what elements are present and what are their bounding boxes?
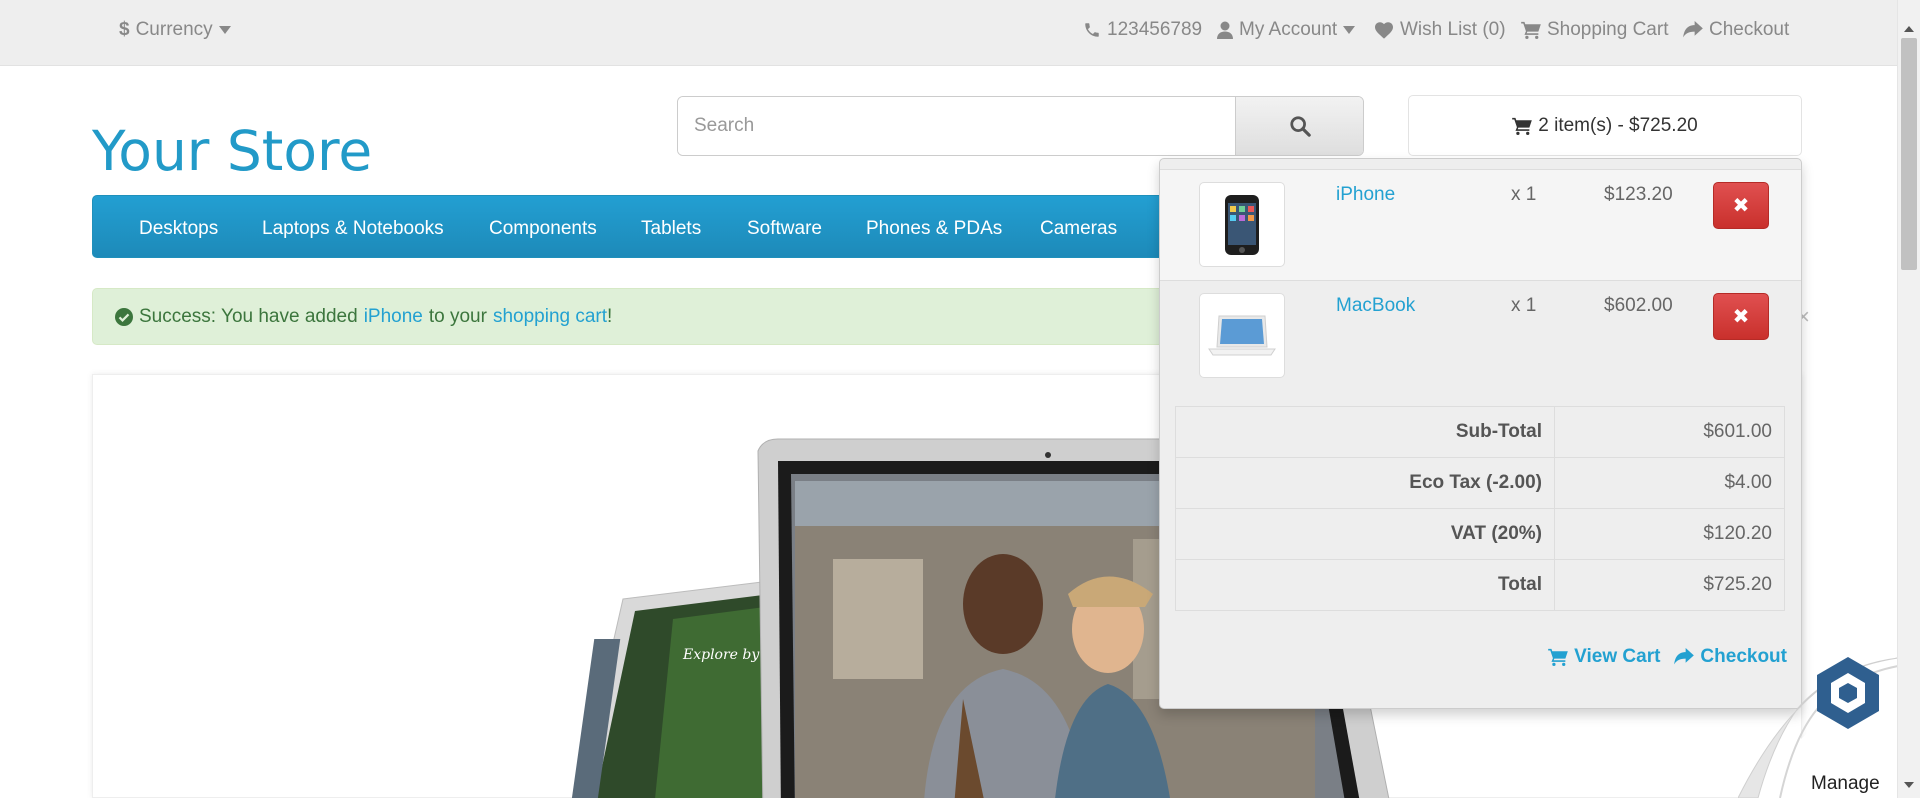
cart-item-name[interactable]: iPhone [1336, 184, 1395, 206]
cart-totals-table: Sub-Total $601.00 Eco Tax (-2.00) $4.00 … [1175, 406, 1785, 611]
alert-suffix: ! [607, 305, 613, 327]
menu-item-desktops[interactable]: Desktops [139, 218, 218, 240]
macbook-thumbnail[interactable] [1199, 293, 1285, 378]
my-account-dropdown[interactable]: My Account [1217, 19, 1356, 41]
alert-cart-link[interactable]: shopping cart [493, 306, 607, 328]
totals-value: $120.20 [1554, 508, 1785, 560]
user-icon [1217, 21, 1233, 39]
search-button[interactable] [1235, 97, 1363, 155]
menu-item-cameras[interactable]: Cameras [1040, 218, 1117, 240]
laptop-product-image [1208, 315, 1276, 355]
cart-item-name[interactable]: MacBook [1336, 295, 1415, 317]
times-icon: ✖ [1732, 195, 1750, 217]
cart-item-price: $123.20 [1604, 184, 1673, 205]
search-icon [1289, 116, 1311, 137]
scroll-thumb[interactable] [1901, 38, 1917, 270]
menu-item-laptops[interactable]: Laptops & Notebooks [262, 218, 444, 240]
cart-item-row: MacBook x 1 $602.00 ✖ [1160, 280, 1801, 391]
heart-icon [1375, 22, 1393, 39]
cart-total-label: 2 item(s) - $725.20 [1538, 114, 1698, 136]
cart-item-row: iPhone x 1 $123.20 ✖ [1160, 169, 1801, 280]
totals-row: Total $725.20 [1175, 559, 1785, 611]
wishlist-label: Wish List (0) [1400, 19, 1506, 40]
cart-dropdown: iPhone x 1 $123.20 ✖ MacBook x 1 $602.00… [1159, 158, 1802, 709]
wishlist-link[interactable]: Wish List (0) [1374, 19, 1506, 41]
manage-label[interactable]: Manage [1811, 773, 1880, 795]
totals-label: VAT (20%) [1175, 508, 1555, 560]
menu-item-tablets[interactable]: Tablets [641, 218, 701, 240]
totals-value: $725.20 [1554, 559, 1785, 611]
totals-label: Eco Tax (-2.00) [1175, 457, 1555, 509]
totals-row: Sub-Total $601.00 [1175, 406, 1785, 458]
caret-down-icon [218, 26, 231, 34]
remove-item-button[interactable]: ✖ [1713, 182, 1769, 229]
phone-number: 123456789 [1107, 19, 1203, 40]
shopping-cart-link[interactable]: Shopping Cart [1521, 19, 1668, 41]
cart-item-price: $602.00 [1604, 295, 1673, 316]
scroll-up-arrow-icon[interactable] [1904, 26, 1914, 32]
dollar-icon: $ [119, 19, 130, 40]
store-logo[interactable]: Your Store [92, 119, 372, 183]
currency-dropdown[interactable]: $ Currency [119, 19, 231, 41]
search-input[interactable] [678, 97, 1235, 155]
totals-label: Total [1175, 559, 1555, 611]
currency-label: Currency [135, 19, 213, 40]
times-icon: ✖ [1732, 306, 1750, 328]
top-bar: $ Currency 123456789 My Account Wish Lis… [0, 0, 1897, 66]
cart-total-button[interactable]: 2 item(s) - $725.20 [1408, 95, 1802, 156]
caret-down-icon [1343, 26, 1356, 34]
phone-product-image [1225, 194, 1259, 255]
checkout-label: Checkout [1709, 19, 1790, 40]
vertical-scrollbar[interactable] [1897, 0, 1920, 798]
alert-middle: to your [428, 305, 487, 327]
totals-label: Sub-Total [1175, 406, 1555, 458]
totals-value: $601.00 [1554, 406, 1785, 458]
view-cart-link[interactable]: View Cart [1548, 646, 1660, 668]
phone-link[interactable]: 123456789 [1083, 19, 1202, 41]
view-cart-label: View Cart [1574, 646, 1661, 667]
cart-icon [1512, 117, 1533, 135]
menu-item-phones[interactable]: Phones & PDAs [866, 218, 1002, 240]
alert-prefix: Success: You have added [139, 305, 358, 327]
totals-value: $4.00 [1554, 457, 1785, 509]
menu-item-software[interactable]: Software [747, 218, 822, 240]
iphone-thumbnail[interactable] [1199, 182, 1285, 267]
phone-icon [1085, 23, 1099, 37]
my-account-label: My Account [1239, 19, 1338, 40]
cart-icon [1548, 648, 1568, 666]
search-bar [677, 96, 1364, 156]
share-arrow-icon [1674, 648, 1695, 665]
alert-product-link[interactable]: iPhone [364, 306, 423, 328]
shopping-cart-label: Shopping Cart [1547, 19, 1669, 40]
remove-item-button[interactable]: ✖ [1713, 293, 1769, 340]
totals-row: VAT (20%) $120.20 [1175, 508, 1785, 560]
totals-row: Eco Tax (-2.00) $4.00 [1175, 457, 1785, 509]
menu-item-components[interactable]: Components [489, 218, 597, 240]
scroll-down-arrow-icon[interactable] [1904, 782, 1914, 788]
cart-icon [1521, 21, 1541, 39]
checkout-link[interactable]: Checkout [1683, 19, 1789, 41]
cart-item-qty: x 1 [1511, 295, 1537, 316]
cart-item-qty: x 1 [1511, 184, 1537, 205]
share-arrow-icon [1683, 21, 1703, 38]
check-circle-icon [115, 307, 133, 326]
